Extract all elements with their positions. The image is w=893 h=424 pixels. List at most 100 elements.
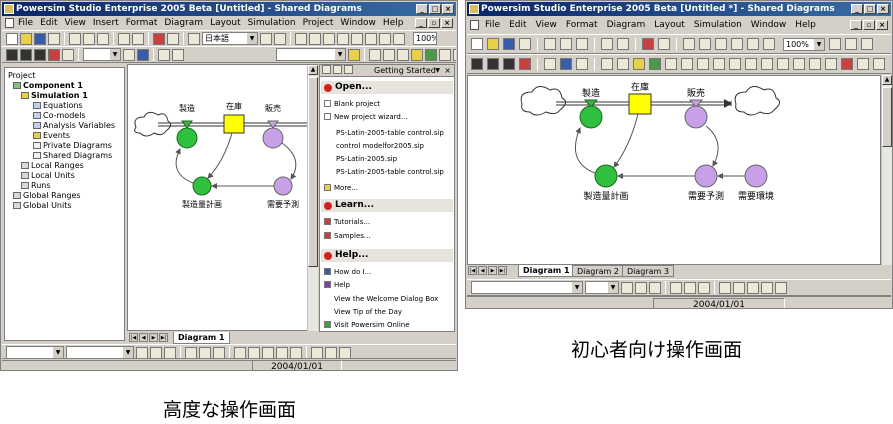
refresh-icon[interactable] xyxy=(323,32,335,45)
shadow-icon[interactable] xyxy=(311,346,323,359)
italic-icon[interactable] xyxy=(150,346,162,359)
image-tool-icon[interactable] xyxy=(809,58,821,70)
line-color-icon[interactable] xyxy=(747,281,759,294)
menu-file[interactable]: File xyxy=(485,18,500,32)
minimize-button[interactable]: _ xyxy=(851,4,863,14)
italic-icon[interactable] xyxy=(635,281,647,294)
undo-icon[interactable] xyxy=(118,32,130,45)
tools-icon[interactable] xyxy=(153,32,165,45)
tree-node-private-diagrams[interactable]: Private Diagrams xyxy=(33,141,112,150)
time-table-icon[interactable] xyxy=(857,58,869,70)
panel-back-icon[interactable] xyxy=(322,65,331,74)
tree-node-local-units[interactable]: Local Units xyxy=(21,171,75,180)
align-left-icon[interactable] xyxy=(670,281,682,294)
tree-node-equations[interactable]: Equations xyxy=(33,101,83,110)
arrange-icon[interactable] xyxy=(325,346,337,359)
language-icon[interactable] xyxy=(188,32,200,45)
stock-tool-icon[interactable] xyxy=(411,48,423,61)
speed-icon[interactable] xyxy=(62,48,74,61)
select-tool-icon[interactable] xyxy=(617,58,629,70)
tree-node-global-ranges[interactable]: Global Ranges xyxy=(13,191,81,200)
constant-tool-icon[interactable] xyxy=(439,48,451,61)
recent-file-link[interactable]: PS-Latin-2005-table control.sip xyxy=(336,129,444,137)
recent-file-link[interactable]: control modelfor2005.sip xyxy=(336,142,424,150)
font-size-select[interactable]: ▼ xyxy=(585,281,619,294)
panel-close-icon[interactable]: × xyxy=(444,65,451,77)
fill-color-icon[interactable] xyxy=(733,281,745,294)
align-center-icon[interactable] xyxy=(684,281,696,294)
environment-auxiliary[interactable] xyxy=(744,164,768,188)
panel-home-icon[interactable] xyxy=(344,65,353,74)
inflow-auxiliary[interactable] xyxy=(579,105,603,129)
zoom-select[interactable]: 100% ▼ xyxy=(783,37,825,51)
copy-icon[interactable] xyxy=(560,38,572,50)
line-style-icon[interactable] xyxy=(761,281,773,294)
font-color-icon[interactable] xyxy=(234,346,246,359)
menu-layout[interactable]: Layout xyxy=(210,16,241,30)
plan-auxiliary[interactable] xyxy=(594,164,618,188)
line-width-icon[interactable] xyxy=(290,346,302,359)
cut-icon[interactable] xyxy=(544,38,556,50)
tree-node-runs[interactable]: Runs xyxy=(21,181,51,190)
units-icon[interactable] xyxy=(715,38,727,50)
panel-forward-icon[interactable] xyxy=(333,65,342,74)
menu-layout[interactable]: Layout xyxy=(654,18,685,32)
flow-tool-icon[interactable] xyxy=(453,48,456,61)
ranges-icon[interactable] xyxy=(731,38,743,50)
style-select[interactable]: ▼ xyxy=(276,48,346,61)
tree-node-simulation[interactable]: Simulation 1 xyxy=(21,91,88,100)
tree-node-events[interactable]: Events xyxy=(33,131,70,140)
star-icon[interactable] xyxy=(379,32,391,45)
step-icon[interactable] xyxy=(487,58,499,70)
save-icon[interactable] xyxy=(34,32,46,45)
select-tool-icon[interactable] xyxy=(383,48,395,61)
menu-diagram[interactable]: Diagram xyxy=(607,18,646,32)
line-style-icon[interactable] xyxy=(276,346,288,359)
web-icon[interactable] xyxy=(365,32,377,45)
mdi-close-button[interactable]: × xyxy=(876,20,888,30)
open-item[interactable]: Blank project xyxy=(324,100,380,108)
stop-icon[interactable] xyxy=(519,58,531,70)
mdi-minimize-button[interactable]: _ xyxy=(415,18,427,28)
text-tool-icon[interactable] xyxy=(825,58,837,70)
equations-icon[interactable] xyxy=(699,38,711,50)
menu-simulation[interactable]: Simulation xyxy=(694,18,742,32)
help-link[interactable]: Help xyxy=(324,281,350,289)
font-select[interactable]: ▼ xyxy=(471,281,583,294)
outflow-auxiliary[interactable] xyxy=(262,127,284,149)
paste-icon[interactable] xyxy=(97,32,109,45)
tab-diagram-3[interactable]: Diagram 3 xyxy=(622,265,674,277)
grid-icon[interactable] xyxy=(172,48,184,61)
menu-project[interactable]: Project xyxy=(303,16,334,30)
line-color-icon[interactable] xyxy=(262,346,274,359)
new-icon[interactable] xyxy=(6,32,18,45)
model-icon[interactable] xyxy=(560,58,572,70)
underline-icon[interactable] xyxy=(164,346,176,359)
distribute-icon[interactable] xyxy=(339,346,351,359)
menu-view[interactable]: View xyxy=(65,16,86,30)
inflow-auxiliary[interactable] xyxy=(176,127,198,149)
stock-box[interactable] xyxy=(223,114,245,134)
link-icon[interactable] xyxy=(763,38,775,50)
print-icon[interactable] xyxy=(519,38,531,50)
button-tool-icon[interactable] xyxy=(777,58,789,70)
variable-icon[interactable] xyxy=(544,58,556,70)
menu-window[interactable]: Window xyxy=(340,16,376,30)
zoom-tool-icon[interactable] xyxy=(397,48,409,61)
table-tool-icon[interactable] xyxy=(729,58,741,70)
menu-help[interactable]: Help xyxy=(795,18,816,32)
maximize-button[interactable]: □ xyxy=(864,4,876,14)
more-link[interactable]: More... xyxy=(324,184,358,192)
play-icon[interactable] xyxy=(34,48,46,61)
panel-header[interactable]: Getting Started xyxy=(374,65,436,77)
minimize-button[interactable]: _ xyxy=(416,4,428,14)
target-icon[interactable] xyxy=(576,58,588,70)
reset-icon[interactable] xyxy=(6,48,18,61)
auxiliary-tool-icon[interactable] xyxy=(425,48,437,61)
cut-icon[interactable] xyxy=(69,32,81,45)
tip-of-the-day-link[interactable]: View Tip of the Day xyxy=(334,308,402,316)
redo-icon[interactable] xyxy=(617,38,629,50)
tree-node-analysis-variables[interactable]: Analysis Variables xyxy=(33,121,115,130)
line-width-icon[interactable] xyxy=(775,281,787,294)
menu-format[interactable]: Format xyxy=(126,16,158,30)
